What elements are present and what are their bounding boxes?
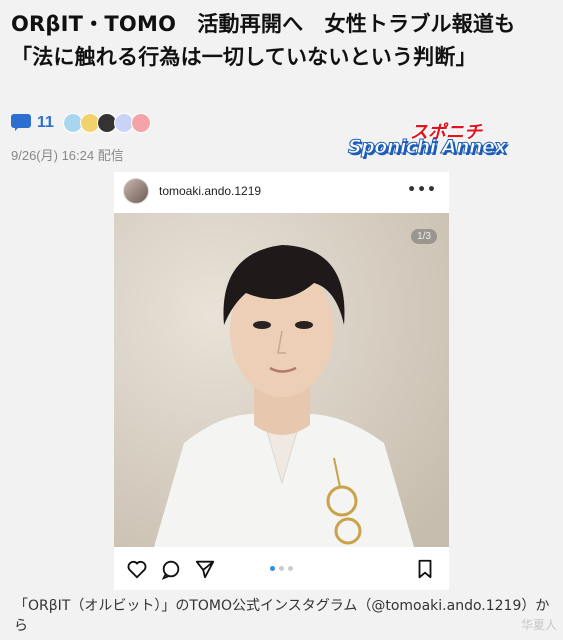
comment-bubble-icon[interactable] (160, 558, 182, 580)
instagram-username[interactable]: tomoaki.ando.1219 (159, 184, 261, 198)
avatar[interactable] (123, 178, 149, 204)
instagram-photo[interactable]: 1/3 (114, 213, 449, 547)
comment-count[interactable]: 11 (37, 114, 54, 132)
instagram-embed: tomoaki.ando.1219 ••• 1/3 (114, 172, 449, 590)
portrait-illustration (114, 213, 449, 547)
instagram-header: tomoaki.ando.1219 ••• (114, 172, 449, 210)
image-caption: 「ORβIT（オルビット）」のTOMO公式インスタグラム（@tomoaki.an… (14, 598, 550, 634)
comment-icon[interactable] (11, 114, 31, 132)
article-meta-row: 11 (11, 110, 151, 136)
publisher-logo[interactable]: スポニチ Sponichi Annex (347, 118, 553, 160)
watermark: 华夏人 (520, 618, 557, 632)
carousel-dots (270, 566, 293, 571)
bookmark-icon[interactable] (414, 558, 436, 580)
carousel-dot (279, 566, 284, 571)
carousel-page-indicator: 1/3 (411, 229, 437, 244)
like-heart-icon[interactable] (126, 558, 148, 580)
more-options-icon[interactable]: ••• (407, 182, 437, 198)
publish-timestamp: 9/26(月) 16:24 配信 (11, 148, 124, 163)
carousel-dot (288, 566, 293, 571)
carousel-dot (270, 566, 275, 571)
publisher-logo-bottom: Sponichi Annex (347, 136, 507, 159)
instagram-action-bar (114, 550, 449, 590)
reaction-summary[interactable] (62, 113, 151, 133)
article-headline: ORβIT・TOMO 活動再開へ 女性トラブル報道も「法に触れる行為は一切してい… (11, 12, 516, 69)
reaction-angry-icon (130, 113, 151, 133)
share-send-icon[interactable] (194, 558, 216, 580)
